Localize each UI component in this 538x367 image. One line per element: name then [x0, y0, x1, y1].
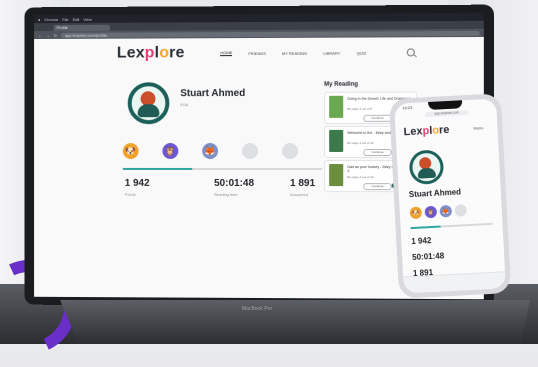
badge-dog-icon[interactable]: 🐶	[410, 207, 423, 220]
phone-notch	[428, 100, 462, 110]
menu-item[interactable]: View	[83, 16, 91, 21]
nav-quiz[interactable]: QUIZ	[357, 50, 367, 55]
phone-stat-points: 1 942	[411, 236, 431, 246]
laptop-base	[60, 300, 530, 344]
nav-friends[interactable]: FRIENDS	[248, 50, 266, 55]
book-progress: Bo page 3 out of 8	[347, 107, 372, 111]
badge-fox-icon[interactable]: 🦊	[439, 205, 452, 218]
top-navigation: Lexplore HOME FRIENDS MY READING LIBRARY…	[117, 43, 474, 62]
search-icon[interactable]	[407, 48, 415, 56]
menu-item[interactable]: File	[62, 17, 68, 22]
stat-reading-time-label: Reading time	[214, 192, 238, 197]
badge-fox-icon[interactable]: 🦊	[202, 143, 218, 159]
stat-answered: 1 891	[290, 178, 315, 189]
phone-profile-name: Stuart Ahmed	[409, 187, 462, 199]
apple-icon: ●	[38, 17, 40, 22]
badge-locked-icon[interactable]	[454, 204, 467, 217]
laptop-model-label: MacBook Pro	[242, 306, 272, 312]
browser-tab[interactable]: Profile	[54, 25, 110, 31]
book-progress: Bo page 4 out of 16	[347, 175, 373, 179]
book-continue-button[interactable]: Continue	[363, 149, 391, 156]
phone-screen: 10:23 app.lexplore.com Lexplore Menu Stu…	[394, 98, 506, 293]
forward-icon[interactable]: →	[46, 33, 50, 38]
stat-reading-time: 50:01:48	[214, 178, 254, 189]
nav-my-reading[interactable]: MY READING	[282, 50, 307, 55]
menu-item[interactable]: Chrome	[44, 17, 58, 22]
reload-icon[interactable]: ↻	[54, 32, 57, 37]
badge-row: 🐶 🦉 🦊	[123, 143, 298, 159]
book-cover	[329, 164, 343, 186]
phone-progress-divider	[411, 223, 493, 229]
badge-locked-icon[interactable]	[282, 143, 298, 159]
progress-divider	[123, 168, 322, 170]
book-continue-button[interactable]: Continue	[363, 183, 391, 190]
menu-item[interactable]: Edit	[73, 16, 80, 21]
badge-dog-icon[interactable]: 🐶	[123, 143, 139, 159]
avatar[interactable]	[128, 82, 170, 124]
phone-url-field[interactable]: app.lexplore.com	[425, 110, 469, 117]
profile-name: Stuart Ahmed	[180, 88, 245, 99]
nav-library[interactable]: LIBRARY	[323, 50, 340, 55]
book-progress: Bo page 3 out of 16	[347, 141, 373, 145]
smartphone: 10:23 app.lexplore.com Lexplore Menu Stu…	[389, 93, 511, 299]
book-continue-button[interactable]: Continue	[363, 115, 391, 122]
avatar[interactable]	[409, 149, 445, 185]
phone-menu-button[interactable]: Menu	[473, 125, 483, 131]
my-reading-title: My Reading	[324, 82, 358, 88]
nav-home[interactable]: HOME	[220, 50, 232, 56]
badge-locked-icon[interactable]	[242, 143, 258, 159]
lexplore-logo[interactable]: Lexplore	[117, 44, 185, 62]
book-cover	[329, 130, 343, 152]
book-cover	[329, 96, 343, 118]
badge-owl-icon[interactable]: 🦉	[425, 206, 438, 219]
stat-answered-label: Answered	[290, 192, 308, 197]
lexplore-logo[interactable]: Lexplore	[403, 124, 449, 138]
phone-status-time: 10:23	[402, 105, 412, 111]
phone-badge-row: 🐶 🦉 🦊	[410, 204, 468, 219]
back-icon[interactable]: ←	[38, 33, 42, 38]
stat-points: 1 942	[125, 178, 150, 189]
profile-subtitle: FO4	[180, 102, 188, 107]
stat-points-label: Points	[125, 192, 136, 197]
badge-owl-icon[interactable]: 🦉	[162, 143, 178, 159]
phone-stat-reading-time: 50:01:48	[412, 251, 444, 262]
